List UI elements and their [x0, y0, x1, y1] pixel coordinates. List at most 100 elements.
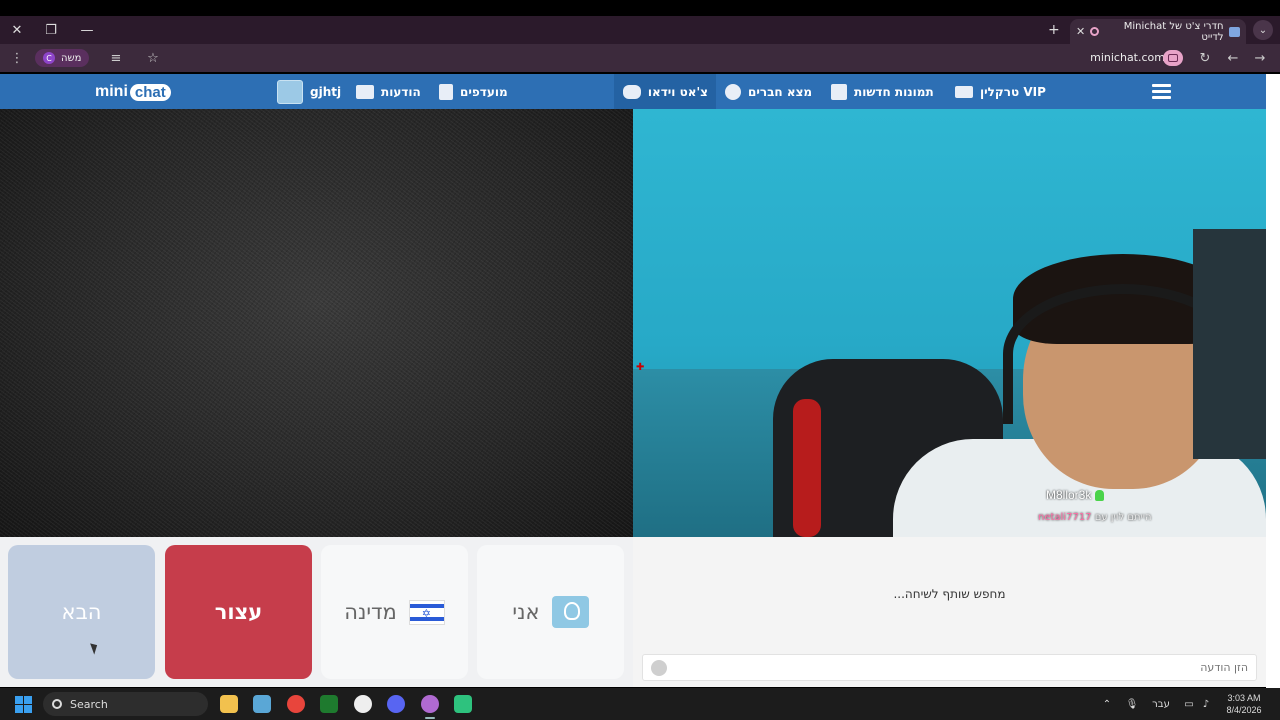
browser-tab-bar: ✕ ❐ — + חדרי צ'ט של Minichat לדייט ✕ ⌄	[0, 16, 1280, 44]
url-field[interactable]: minichat.com	[1085, 51, 1165, 64]
minichat-logo[interactable]: mini chat	[95, 79, 171, 105]
android-icon	[1095, 489, 1105, 501]
capture-app-icon[interactable]	[354, 695, 372, 713]
windows-start-icon[interactable]	[15, 696, 32, 713]
taskbar-search-label: Search	[70, 697, 108, 711]
language-indicator[interactable]: עבר	[1148, 688, 1174, 720]
nav-messages[interactable]: הודעות	[356, 74, 421, 109]
nav-messages-label: הודעות	[381, 84, 421, 99]
envelope-icon	[356, 84, 374, 99]
peer-video-feed	[633, 109, 1266, 537]
reading-list-icon[interactable]: ≡	[105, 44, 127, 72]
taskbar-search[interactable]: Search	[43, 692, 208, 716]
peer-subtitle-handle: netali7717	[1038, 512, 1092, 523]
next-button[interactable]: הבא	[8, 545, 155, 679]
peer-subtitle: netali7717 הייתם לוין עם	[1038, 512, 1152, 523]
tray-overflow-icon[interactable]: ⌃	[1099, 688, 1115, 720]
video-static-noise	[0, 109, 633, 537]
top-black-bar	[0, 0, 1280, 16]
file-explorer-icon[interactable]	[220, 695, 238, 713]
chrome-icon[interactable]	[287, 695, 305, 713]
control-panel: הבא עצור ✡ מדינה אני	[0, 537, 633, 687]
me-button[interactable]: אני	[477, 545, 624, 679]
hamburger-menu-icon[interactable]	[1152, 84, 1171, 99]
bookmark-icon	[439, 83, 453, 100]
chat-status-text: מחפש שותף לשיחה...	[893, 587, 1006, 601]
nav-user-profile[interactable]: gjhtj	[277, 74, 341, 109]
country-button[interactable]: ✡ מדינה	[321, 545, 468, 679]
network-icon[interactable]: ▭	[1182, 688, 1196, 720]
video-chat-icon	[622, 84, 641, 99]
taskbar-clock[interactable]: 3:03 AM 8/4/2026	[1218, 692, 1270, 716]
taskbar: Search ⌃ 🎙 עבר ▭ ♪ 3:03 AM 8/4/2026	[0, 688, 1280, 720]
address-bar: ⋮ C משה ≡ ☆ minichat.com ↻ ← →	[0, 44, 1280, 72]
logo-chat: chat	[129, 83, 171, 101]
user-avatar-icon	[277, 79, 303, 104]
clock-date: 8/4/2026	[1226, 705, 1262, 715]
chair-red-stripe	[793, 399, 821, 537]
profile-chip[interactable]: C משה	[35, 49, 90, 67]
chat-favicon-icon	[1228, 26, 1240, 37]
country-label: מדינה	[344, 600, 397, 624]
nav-favorites-label: מועדפים	[460, 84, 508, 99]
crown-icon	[955, 85, 973, 98]
nav-favorites[interactable]: מועדפים	[439, 74, 508, 109]
nav-video-chat-label: צ'אט וידאו	[647, 84, 708, 99]
peer-name-label: M8llor3k	[1046, 488, 1105, 502]
tab-title: חדרי צ'ט של Minichat לדייט	[1123, 20, 1224, 43]
browser-tab[interactable]: חדרי צ'ט של Minichat לדייט ✕	[1070, 19, 1246, 44]
nav-vip-label: VIP טרקלין	[980, 84, 1046, 99]
next-label: הבא	[61, 600, 102, 624]
menu-dots-icon[interactable]: ⋮	[6, 44, 28, 72]
back-icon[interactable]: ←	[1222, 44, 1244, 72]
gaming-app-icon[interactable]	[320, 695, 338, 713]
bookmark-star-icon[interactable]: ☆	[142, 44, 164, 72]
message-input[interactable]	[675, 661, 1248, 674]
recording-icon	[1090, 27, 1099, 36]
profile-name: משה	[61, 52, 82, 64]
photos-app-icon[interactable]	[253, 695, 271, 713]
tab-search-icon[interactable]: ⌄	[1253, 20, 1273, 40]
clock-time: 3:03 AM	[1227, 693, 1261, 703]
camera-permission-icon[interactable]	[1163, 50, 1183, 66]
stop-label: עצור	[214, 600, 263, 624]
stop-button[interactable]: עצור	[165, 545, 312, 679]
grid-icon	[831, 83, 847, 100]
me-label: אני	[512, 600, 540, 624]
minimize-window-icon[interactable]: —	[70, 16, 104, 44]
peer-subtitle-text: הייתם לוין עם	[1094, 512, 1152, 523]
emoji-icon[interactable]	[651, 659, 667, 676]
chat-app-icon[interactable]	[454, 695, 472, 713]
restore-window-icon[interactable]: ❐	[34, 16, 68, 44]
discord-icon[interactable]	[387, 695, 405, 713]
search-icon	[725, 83, 741, 100]
nav-new-photos[interactable]: תמונות חדשות	[831, 74, 934, 109]
own-video-feed	[0, 109, 633, 537]
volume-icon[interactable]: ♪	[1199, 688, 1213, 720]
red-marker-icon: ✚	[636, 362, 645, 373]
nav-find-friends-label: מצא חברים	[748, 84, 813, 99]
peer-name-text: M8llor3k	[1046, 488, 1092, 502]
logo-mini: mini	[95, 83, 128, 100]
nav-vip-lounge[interactable]: VIP טרקלין	[955, 74, 1046, 109]
nav-new-photos-label: תמונות חדשות	[854, 84, 934, 99]
chrome-profile-icon[interactable]	[421, 695, 439, 719]
new-tab-icon[interactable]: +	[1048, 16, 1062, 44]
nav-find-friends[interactable]: מצא חברים	[725, 74, 812, 109]
search-icon	[52, 699, 62, 709]
tab-close-icon[interactable]: ✕	[1076, 25, 1085, 38]
chat-panel: מחפש שותף לשיחה...	[633, 537, 1266, 687]
microphone-icon[interactable]: 🎙	[1124, 688, 1140, 720]
profile-initial: C	[43, 52, 55, 64]
forward-icon[interactable]: →	[1249, 44, 1271, 72]
background-cloth	[1193, 229, 1266, 459]
close-window-icon[interactable]: ✕	[0, 16, 34, 44]
chat-input-box[interactable]	[642, 654, 1257, 681]
site-header: mini chat gjhtj הודעות מועדפים צ'אט וידא…	[0, 74, 1266, 109]
username-label: gjhtj	[310, 84, 342, 99]
israel-flag-icon: ✡	[408, 599, 445, 625]
reload-icon[interactable]: ↻	[1194, 44, 1216, 72]
user-avatar-icon	[551, 596, 589, 628]
page-scrollbar[interactable]	[1266, 74, 1280, 688]
nav-video-chat[interactable]: צ'אט וידאו	[614, 74, 716, 109]
